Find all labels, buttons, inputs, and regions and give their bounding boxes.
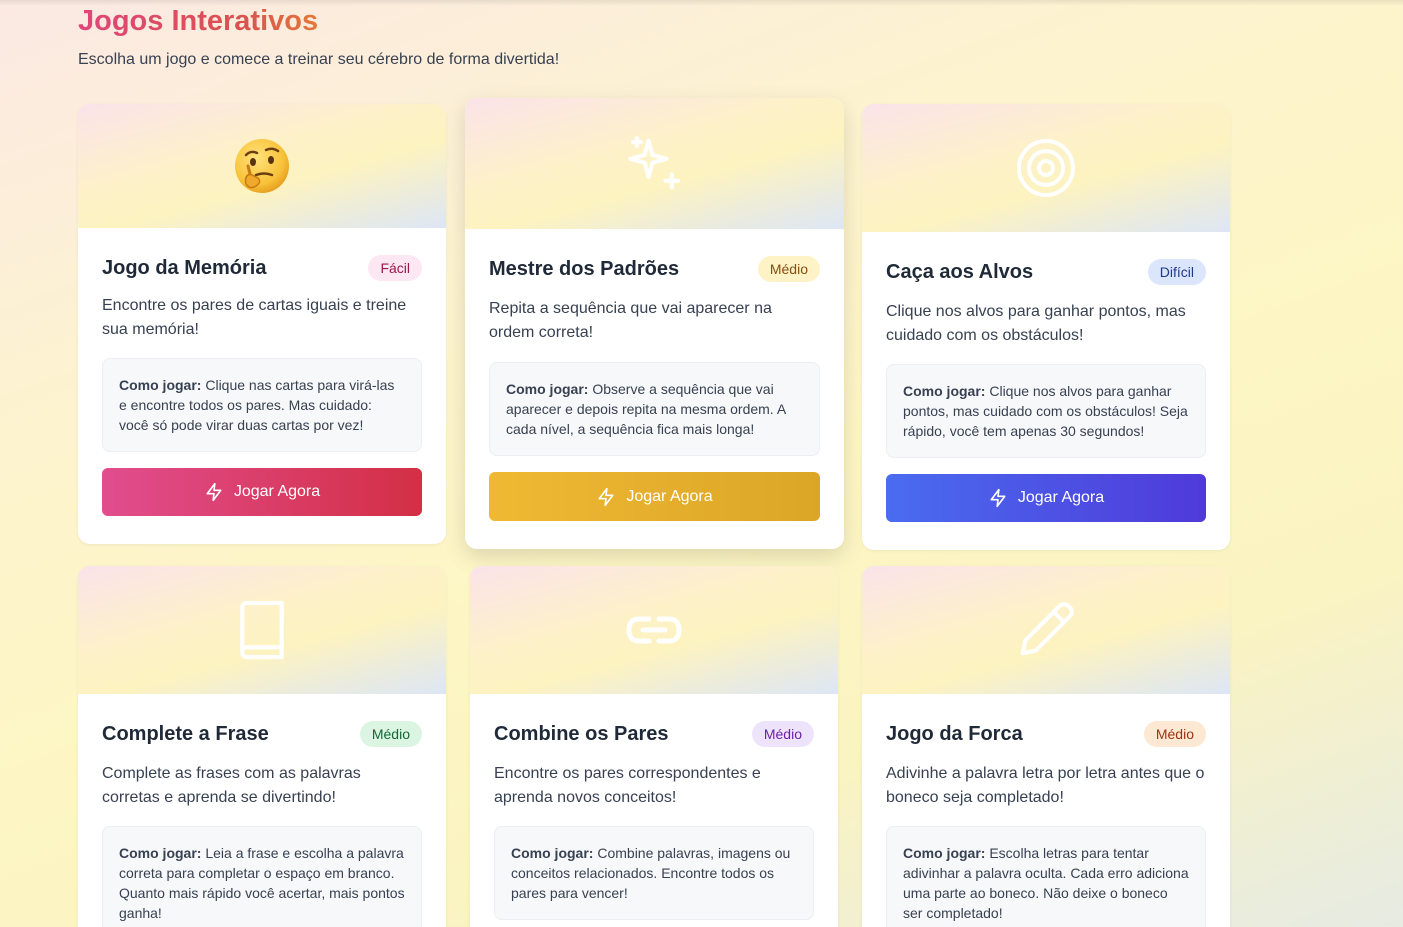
link-icon: [626, 616, 682, 644]
card-header: [78, 566, 446, 694]
howto-box: Como jogar: Leia a frase e escolha a pal…: [102, 826, 422, 927]
card-title: Combine os Pares: [494, 722, 669, 745]
difficulty-badge: Médio: [751, 721, 814, 747]
game-card-memory: Jogo da Memória Fácil Encontre os pares …: [78, 104, 446, 544]
page-subtitle: Escolha um jogo e comece a treinar seu c…: [78, 51, 560, 68]
game-card-patterns: Mestre dos Padrões Médio Repita a sequên…: [465, 98, 844, 549]
howto-label: Como jogar:: [119, 845, 202, 861]
play-button-label: Jogar Agora: [1017, 489, 1105, 506]
play-button[interactable]: Jogar Agora: [489, 472, 820, 521]
thinking-face-icon: [235, 139, 289, 193]
card-title: Jogo da Forca: [886, 722, 1023, 745]
card-title: Mestre dos Padrões: [489, 257, 680, 280]
sparkles-icon: [627, 135, 680, 189]
pencil-icon: [1020, 602, 1074, 656]
game-card-targets: Caça aos Alvos Difícil Clique nos alvos …: [862, 104, 1230, 550]
play-button-label: Jogar Agora: [626, 487, 713, 505]
card-description: Encontre os pares correspondentes e apre…: [494, 765, 761, 806]
card-description: Encontre os pares de cartas iguais e tre…: [102, 297, 407, 338]
lightning-icon: [598, 487, 614, 506]
howto-label: Como jogar:: [119, 377, 202, 393]
game-card-hangman: Jogo da Forca Médio Adivinhe a palavra l…: [862, 566, 1230, 927]
howto-label: Como jogar:: [511, 845, 594, 861]
card-description: Adivinhe a palavra letra por letra antes…: [886, 765, 1205, 806]
difficulty-badge: Difícil: [1147, 259, 1206, 285]
target-icon: [1017, 139, 1075, 197]
card-description: Repita a sequência que vai aparecer na o…: [489, 300, 772, 341]
game-card-match-pairs: Combine os Pares Médio Encontre os pares…: [470, 566, 838, 927]
card-header: [465, 98, 844, 229]
howto-box: Como jogar: Clique nos alvos para ganhar…: [886, 364, 1206, 458]
card-description: Complete as frases com as palavras corre…: [102, 765, 361, 806]
card-title: Caça aos Alvos: [886, 260, 1034, 283]
howto-label: Como jogar:: [903, 845, 986, 861]
play-button[interactable]: Jogar Agora: [886, 474, 1206, 522]
lightning-icon: [206, 482, 222, 502]
play-button[interactable]: Jogar Agora: [102, 468, 422, 516]
card-description: Clique nos alvos para ganhar pontos, mas…: [886, 303, 1186, 344]
card-header: [78, 104, 446, 228]
howto-label: Como jogar:: [506, 381, 589, 397]
howto-label: Como jogar:: [903, 383, 986, 399]
howto-box: Como jogar: Escolha letras para tentar a…: [886, 826, 1206, 927]
card-title: Complete a Frase: [102, 722, 269, 745]
difficulty-badge: Médio: [359, 721, 422, 747]
difficulty-badge: Fácil: [368, 255, 422, 281]
howto-box: Como jogar: Combine palavras, imagens ou…: [494, 826, 814, 920]
card-header: [862, 104, 1230, 232]
howto-box: Como jogar: Observe a sequência que vai …: [489, 362, 820, 456]
howto-box: Como jogar: Clique nas cartas para virá-…: [102, 358, 422, 452]
play-button-label: Jogar Agora: [233, 483, 321, 500]
card-title: Jogo da Memória: [102, 256, 267, 279]
page-title: Jogos Interativos: [78, 5, 319, 37]
lightning-icon: [990, 488, 1006, 508]
card-header: [470, 566, 838, 694]
book-icon: [240, 600, 284, 660]
difficulty-badge: Médio: [1143, 721, 1206, 747]
card-header: [862, 566, 1230, 694]
difficulty-badge: Médio: [757, 256, 820, 282]
game-card-complete-sentence: Complete a Frase Médio Complete as frase…: [78, 566, 446, 927]
